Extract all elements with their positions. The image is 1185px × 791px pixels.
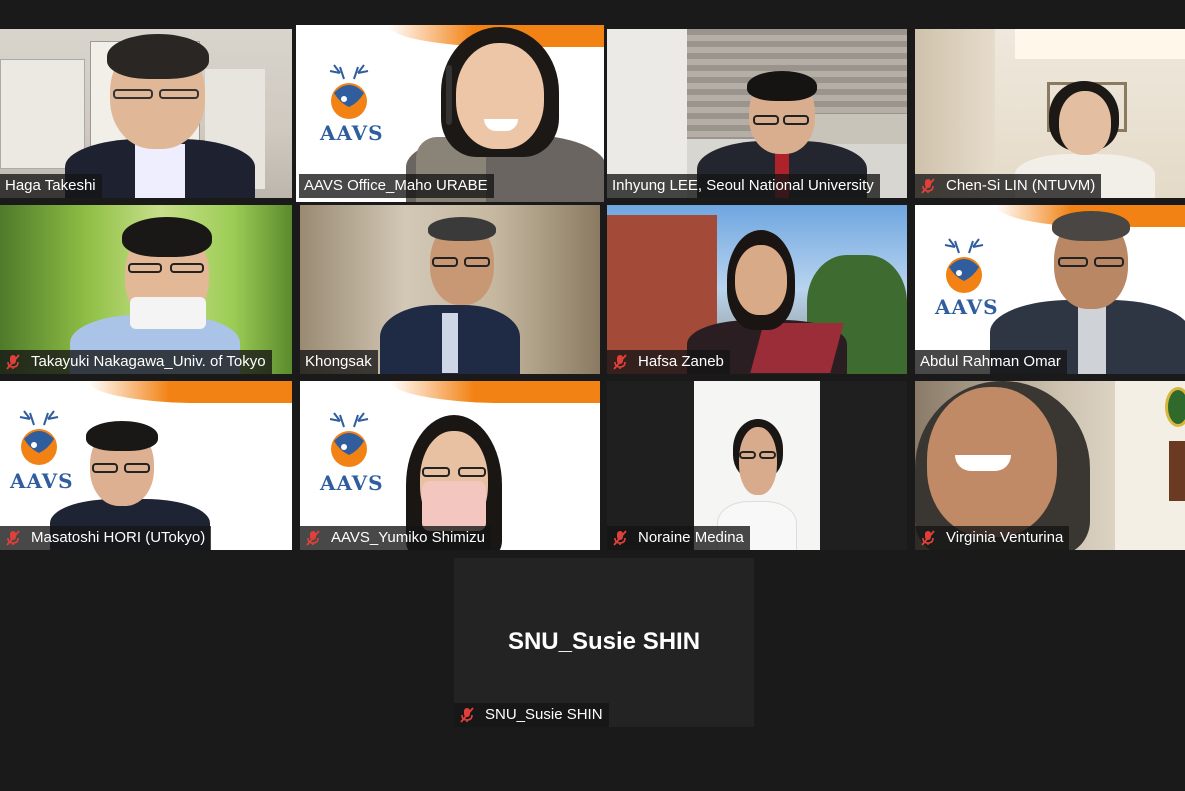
muted-microphone-icon [613, 354, 627, 370]
aavs-logo-text: AAVS [320, 121, 384, 145]
participant-tile-virginia-venturina[interactable]: Virginia Venturina [915, 381, 1185, 550]
participant-video [607, 205, 907, 374]
participant-tile-inhyung-lee[interactable]: Inhyung LEE, Seoul National University [607, 29, 907, 198]
aavs-logo-icon [329, 412, 369, 467]
participant-video [0, 29, 292, 198]
name-label: Hafsa Zaneb [607, 350, 730, 374]
aavs-logo-icon [329, 64, 369, 119]
aavs-logo-text: AAVS [320, 471, 384, 495]
participant-name: SNU_Susie SHIN [485, 706, 603, 723]
name-label: SNU_Susie SHIN [454, 703, 609, 727]
participant-name: Khongsak [305, 353, 372, 370]
participant-video [915, 29, 1185, 198]
participant-name: Chen-Si LIN (NTUVM) [946, 177, 1096, 194]
muted-microphone-icon [613, 530, 627, 546]
participant-name: Noraine Medina [638, 529, 744, 546]
name-label: Inhyung LEE, Seoul National University [607, 174, 880, 198]
participant-name: AAVS_Yumiko Shimizu [331, 529, 485, 546]
muted-microphone-icon [6, 530, 20, 546]
name-label: Takayuki Nakagawa_Univ. of Tokyo [0, 350, 272, 374]
aavs-logo-icon [944, 238, 984, 293]
name-label: Khongsak [300, 350, 378, 374]
name-label: Virginia Venturina [915, 526, 1070, 550]
participant-video: AAVS [0, 381, 292, 550]
participant-video [607, 29, 907, 198]
aavs-logo-text: AAVS [935, 295, 999, 319]
name-label: Noraine Medina [607, 526, 750, 550]
participant-name: Inhyung LEE, Seoul National University [612, 177, 874, 194]
participant-video: AAVS [915, 205, 1185, 374]
muted-microphone-icon [6, 354, 20, 370]
participant-name: AAVS Office_Maho URABE [304, 177, 488, 194]
participant-tile-chen-si-lin[interactable]: Chen-Si LIN (NTUVM) [915, 29, 1185, 198]
name-label: Haga Takeshi [0, 174, 102, 198]
name-label: Chen-Si LIN (NTUVM) [915, 174, 1102, 198]
participant-tile-khongsak[interactable]: Khongsak [300, 205, 600, 374]
participant-name: Hafsa Zaneb [638, 353, 724, 370]
participant-video [0, 205, 292, 374]
aavs-logo-text: AAVS [10, 469, 74, 493]
muted-microphone-icon [921, 178, 935, 194]
video-gallery: Haga Takeshi AAVS AAVS Office_Maho URABE… [0, 0, 1185, 791]
participant-tile-abdul-rahman-omar[interactable]: AAVS Abdul Rahman Omar [915, 205, 1185, 374]
participant-video [300, 205, 600, 374]
participant-video [915, 381, 1185, 550]
participant-name: Abdul Rahman Omar [920, 353, 1061, 370]
muted-microphone-icon [306, 530, 320, 546]
name-label: AAVS Office_Maho URABE [299, 174, 494, 198]
participant-name: Haga Takeshi [5, 177, 96, 194]
participant-tile-masatoshi-hori[interactable]: AAVS Masatoshi HORI (UTokyo) [0, 381, 292, 550]
muted-microphone-icon [460, 707, 474, 723]
name-label: AAVS_Yumiko Shimizu [300, 526, 491, 550]
muted-microphone-icon [921, 530, 935, 546]
participant-tile-hafsa-zaneb[interactable]: Hafsa Zaneb [607, 205, 907, 374]
video-off-display-name: SNU_Susie SHIN [507, 628, 701, 655]
participant-tile-susie-shin[interactable]: SNU_Susie SHIN SNU_Susie SHIN [454, 558, 754, 727]
participant-video [607, 381, 907, 550]
participant-tile-takayuki-nakagawa[interactable]: Takayuki Nakagawa_Univ. of Tokyo [0, 205, 292, 374]
participant-name: Virginia Venturina [946, 529, 1064, 546]
name-label: Masatoshi HORI (UTokyo) [0, 526, 212, 550]
participant-tile-haga-takeshi[interactable]: Haga Takeshi [0, 29, 292, 198]
participant-name: Takayuki Nakagawa_Univ. of Tokyo [31, 353, 266, 370]
aavs-logo-icon [19, 410, 59, 465]
participant-name: Masatoshi HORI (UTokyo) [31, 529, 206, 546]
participant-tile-maho-urabe[interactable]: AAVS AAVS Office_Maho URABE [296, 25, 604, 202]
participant-tile-yumiko-shimizu[interactable]: AAVS AAVS_Yumiko Shimizu [300, 381, 600, 550]
participant-tile-noraine-medina[interactable]: Noraine Medina [607, 381, 907, 550]
participant-video: AAVS [300, 381, 600, 550]
name-label: Abdul Rahman Omar [915, 350, 1067, 374]
